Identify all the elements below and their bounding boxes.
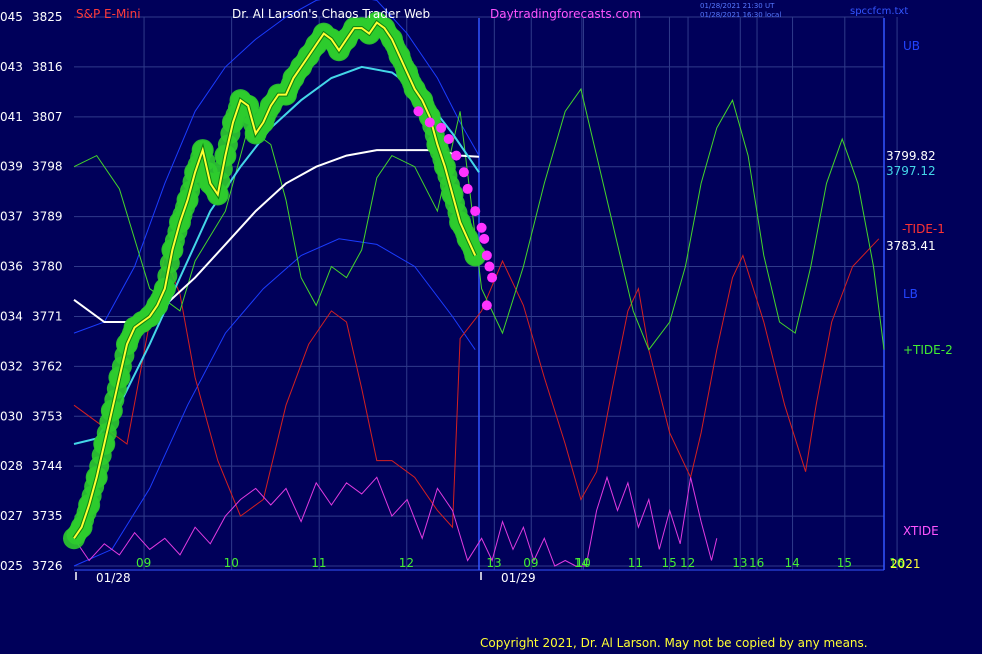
copyright-notice: Copyright 2021, Dr. Al Larson. May not b… xyxy=(480,636,868,650)
overlay-dot xyxy=(479,233,490,244)
y-tick-price: 3762 xyxy=(32,359,63,373)
y-tick-code: 045 xyxy=(0,10,23,24)
overlay-dot xyxy=(484,261,495,272)
site-url-link[interactable]: Daytradingforecasts.com xyxy=(490,7,641,21)
date-label: 01/29 xyxy=(501,571,536,585)
overlay-dot xyxy=(451,150,462,161)
y-tick-price: 3753 xyxy=(32,409,63,423)
y-tick-price: 3807 xyxy=(32,110,63,124)
y-tick-price: 3825 xyxy=(32,10,63,24)
y-tick-price: 3798 xyxy=(32,160,63,174)
chart-window: 045 3825 043 3816 041 3807 039 3798 037 3789 036 37… xyxy=(0,0,982,650)
overlay-dot xyxy=(487,272,498,283)
overlay-dot xyxy=(424,117,435,128)
x-tick-label: 13 xyxy=(732,556,747,570)
y-tick-code: 028 xyxy=(0,459,23,473)
x-tick-label: 11 xyxy=(628,556,643,570)
y-tick-price: 3726 xyxy=(32,559,63,573)
y-tick-price: 3816 xyxy=(32,60,63,74)
x-tick-label: 16 xyxy=(749,556,764,570)
y-tick-code: 030 xyxy=(0,409,23,423)
overlay-dot xyxy=(443,134,454,144)
overlay-dot xyxy=(436,122,447,133)
y-tick-code: 025 xyxy=(0,559,23,573)
y-tick-code: 041 xyxy=(0,110,23,124)
overlay-dot xyxy=(481,250,492,261)
timestamp-local: 01/28/2021 16:30 local xyxy=(700,11,781,19)
label-tide-plus: +TIDE-2 xyxy=(903,343,953,357)
overlay-dot xyxy=(458,167,469,178)
value-ma-slow: 3799.82 xyxy=(886,149,936,163)
year-label: 2021 xyxy=(890,557,921,571)
x-tick-label: 10 xyxy=(576,556,591,570)
chart-canvas: 045 3825 043 3816 041 3807 039 3798 037 3789 036 37… xyxy=(0,0,982,650)
x-tick-label: 11 xyxy=(311,556,326,570)
overlay-dot xyxy=(476,222,487,233)
value-last-price: 3783.41 xyxy=(886,239,936,253)
timestamp-ut: 01/28/2021 21:30 UT xyxy=(700,2,775,10)
label-upper-band: UB xyxy=(903,39,920,53)
y-tick-code: 027 xyxy=(0,509,23,523)
y-tick-price: 3735 xyxy=(32,509,63,523)
data-file-name: spccfcm.txt xyxy=(850,6,908,17)
chart-symbol-label: S&P E-Mini xyxy=(76,7,141,21)
x-tick-label: 15 xyxy=(661,556,676,570)
label-lower-band: LB xyxy=(903,287,918,301)
date-label: 01/28 xyxy=(96,571,131,585)
x-tick-label: 09 xyxy=(136,556,151,570)
x-tick-label: 10 xyxy=(224,556,239,570)
y-tick-price: 3771 xyxy=(32,309,63,323)
y-tick-code: 039 xyxy=(0,160,23,174)
x-tick-label: 12 xyxy=(680,556,695,570)
label-tide-minus: -TIDE-1 xyxy=(902,222,945,236)
y-tick-code: 034 xyxy=(0,309,23,323)
overlay-dot xyxy=(462,183,473,194)
overlay-dot xyxy=(413,106,424,117)
y-tick-code: 036 xyxy=(0,260,23,274)
y-tick-price: 3780 xyxy=(32,260,63,274)
overlay-dot xyxy=(481,300,492,311)
x-tick-label: 15 xyxy=(837,556,852,570)
x-tick-label: 09 xyxy=(523,556,538,570)
site-title: Dr. Al Larson's Chaos Trader Web xyxy=(232,7,430,21)
label-xtide: XTIDE xyxy=(903,524,939,538)
y-tick-code: 032 xyxy=(0,359,23,373)
x-tick-label: 14 xyxy=(785,556,800,570)
overlay-dot xyxy=(470,206,481,217)
y-tick-code: 043 xyxy=(0,60,23,74)
y-tick-price: 3744 xyxy=(32,459,63,473)
y-tick-price: 3789 xyxy=(32,210,63,224)
x-tick-label: 13 xyxy=(486,556,501,570)
x-tick-label: 12 xyxy=(399,556,414,570)
value-ma-fast: 3797.12 xyxy=(886,164,936,178)
y-tick-code: 037 xyxy=(0,210,23,224)
